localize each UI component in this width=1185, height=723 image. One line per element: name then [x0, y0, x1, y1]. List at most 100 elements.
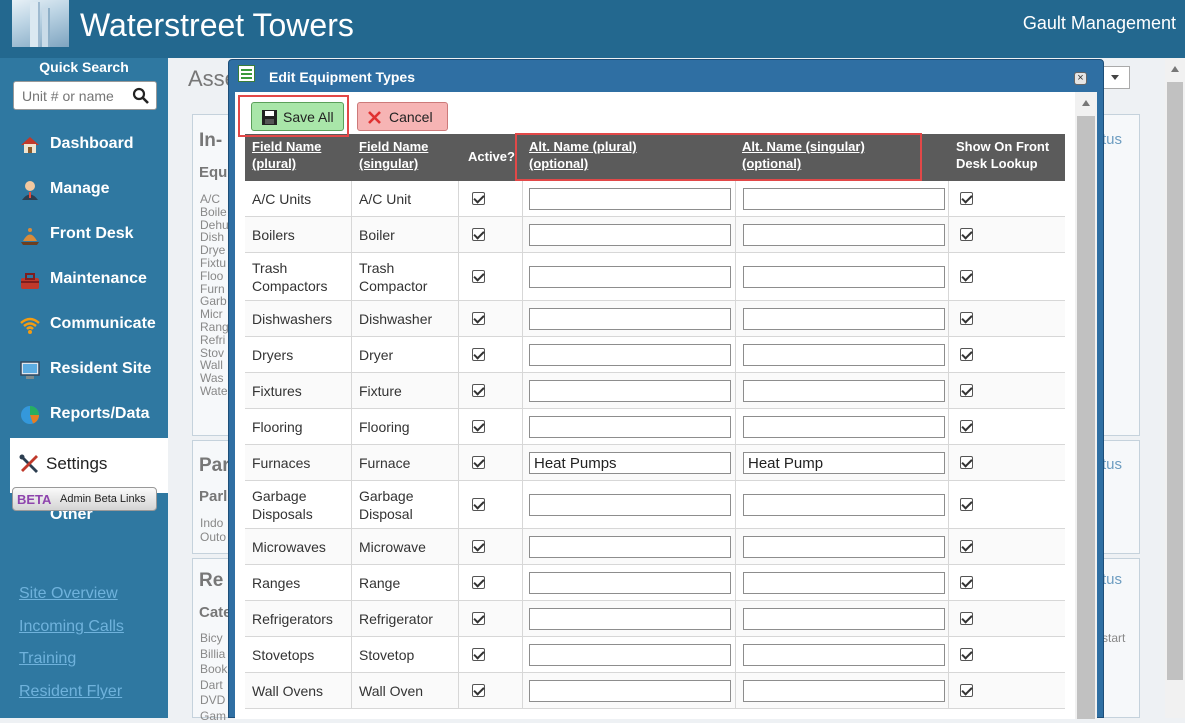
front-desk-checkbox[interactable] [960, 684, 973, 697]
background-item: Book [200, 662, 228, 676]
field-name-singular-line: Garbage [359, 488, 414, 504]
nav-item-dashboard[interactable]: Dashboard [0, 125, 168, 165]
nav-item-settings[interactable]: Settings [10, 438, 168, 493]
active-checkbox[interactable] [472, 612, 485, 625]
field-name-singular: Dishwasher [359, 311, 433, 327]
sidebar-link-site-overview[interactable]: Site Overview [19, 585, 118, 603]
col-front-desk-line1: Show On Front [956, 139, 1050, 154]
alt-name-plural-input[interactable] [529, 416, 731, 438]
page-scrollbar[interactable] [1165, 58, 1185, 718]
save-all-highlight [238, 95, 349, 137]
field-name-singular: Furnace [359, 455, 411, 471]
active-checkbox[interactable] [472, 384, 485, 397]
alt-name-singular-input[interactable] [743, 188, 945, 210]
alt-name-plural-input[interactable] [529, 572, 731, 594]
alt-name-plural-input[interactable] [529, 644, 731, 666]
front-desk-checkbox[interactable] [960, 270, 973, 283]
quick-search-box[interactable] [13, 81, 157, 110]
alt-name-plural-input[interactable] [529, 536, 731, 558]
sidebar-link-training[interactable]: Training [19, 650, 76, 668]
alt-name-plural-input[interactable] [529, 380, 731, 402]
section-subheading: Parl [199, 488, 228, 505]
alt-name-plural-input[interactable] [529, 494, 731, 516]
alt-name-plural-input[interactable] [529, 188, 731, 210]
field-name-singular: Microwave [359, 539, 426, 555]
alt-name-plural-input[interactable] [529, 224, 731, 246]
field-name-plural: Stovetops [252, 647, 315, 663]
nav-item-reports-data[interactable]: Reports/Data [0, 395, 168, 435]
field-name-singular: Wall Oven [359, 683, 424, 699]
alt-name-singular-input[interactable] [743, 494, 945, 516]
background-item: Indo [200, 516, 224, 530]
col-field-singular[interactable]: Field Name (singular) [359, 138, 428, 172]
dialog-scrollbar[interactable] [1075, 92, 1097, 719]
close-icon[interactable]: × [1074, 72, 1087, 85]
front-desk-checkbox[interactable] [960, 540, 973, 553]
nav-item-maintenance[interactable]: Maintenance [0, 260, 168, 300]
pie-chart-icon [19, 404, 41, 426]
alt-name-singular-input[interactable] [743, 416, 945, 438]
alt-name-plural-input[interactable] [529, 608, 731, 630]
active-checkbox[interactable] [472, 684, 485, 697]
field-name-singular: Dryer [359, 347, 394, 363]
section-subheading: Equ [199, 164, 228, 181]
alt-name-singular-input[interactable] [743, 224, 945, 246]
active-checkbox[interactable] [472, 312, 485, 325]
alt-name-plural-input[interactable] [529, 266, 731, 288]
active-checkbox[interactable] [472, 540, 485, 553]
alt-name-plural-input[interactable] [529, 680, 731, 702]
alt-name-singular-input[interactable] [743, 536, 945, 558]
active-checkbox[interactable] [472, 228, 485, 241]
alt-name-singular-input[interactable] [743, 344, 945, 366]
front-desk-checkbox[interactable] [960, 312, 973, 325]
col-field-plural[interactable]: Field Name (plural) [252, 138, 321, 172]
active-checkbox[interactable] [472, 498, 485, 511]
nav-item-front-desk[interactable]: Front Desk [0, 215, 168, 255]
active-checkbox[interactable] [472, 648, 485, 661]
active-checkbox[interactable] [472, 456, 485, 469]
alt-name-singular-input[interactable] [743, 308, 945, 330]
alt-name-singular-input[interactable] [743, 644, 945, 666]
front-desk-checkbox[interactable] [960, 648, 973, 661]
active-checkbox[interactable] [472, 192, 485, 205]
field-name-singular: Range [359, 575, 401, 591]
alt-name-plural-input[interactable] [529, 344, 731, 366]
active-checkbox[interactable] [472, 576, 485, 589]
alt-name-singular-input[interactable] [743, 266, 945, 288]
nav-item-manage[interactable]: Manage [0, 170, 168, 210]
alt-name-plural-input[interactable] [529, 308, 731, 330]
alt-name-singular-input[interactable] [743, 380, 945, 402]
col-front-desk-line2: Desk Lookup [956, 156, 1038, 171]
front-desk-checkbox[interactable] [960, 384, 973, 397]
sidebar-link-resident-flyer[interactable]: Resident Flyer [19, 683, 122, 701]
search-icon[interactable] [132, 87, 150, 105]
front-desk-checkbox[interactable] [960, 612, 973, 625]
field-name-singular: Refrigerator [359, 611, 433, 627]
section-heading: In- [199, 130, 223, 151]
alt-name-plural-input[interactable] [529, 452, 731, 474]
active-checkbox[interactable] [472, 270, 485, 283]
page-select[interactable] [1100, 66, 1130, 89]
alt-name-singular-input[interactable] [743, 452, 945, 474]
active-checkbox[interactable] [472, 420, 485, 433]
nav-item-communicate[interactable]: Communicate [0, 305, 168, 345]
quick-search-input[interactable] [14, 82, 126, 109]
quick-search-label: Quick Search [39, 59, 129, 75]
col-field-singular-line1: Field Name [359, 139, 429, 154]
alt-name-singular-input[interactable] [743, 608, 945, 630]
front-desk-checkbox[interactable] [960, 420, 973, 433]
admin-beta-links-button[interactable]: BETA Admin Beta Links [12, 487, 157, 511]
alt-name-singular-input[interactable] [743, 572, 945, 594]
cancel-button[interactable]: Cancel [357, 102, 448, 131]
nav-item-resident-site[interactable]: Resident Site [0, 350, 168, 390]
front-desk-checkbox[interactable] [960, 576, 973, 589]
active-checkbox[interactable] [472, 348, 485, 361]
front-desk-checkbox[interactable] [960, 348, 973, 361]
alt-name-singular-input[interactable] [743, 680, 945, 702]
front-desk-checkbox[interactable] [960, 498, 973, 511]
front-desk-checkbox[interactable] [960, 456, 973, 469]
front-desk-checkbox[interactable] [960, 228, 973, 241]
front-desk-checkbox[interactable] [960, 192, 973, 205]
status-column-label: tus [1102, 456, 1123, 473]
sidebar-link-incoming-calls[interactable]: Incoming Calls [19, 618, 124, 636]
